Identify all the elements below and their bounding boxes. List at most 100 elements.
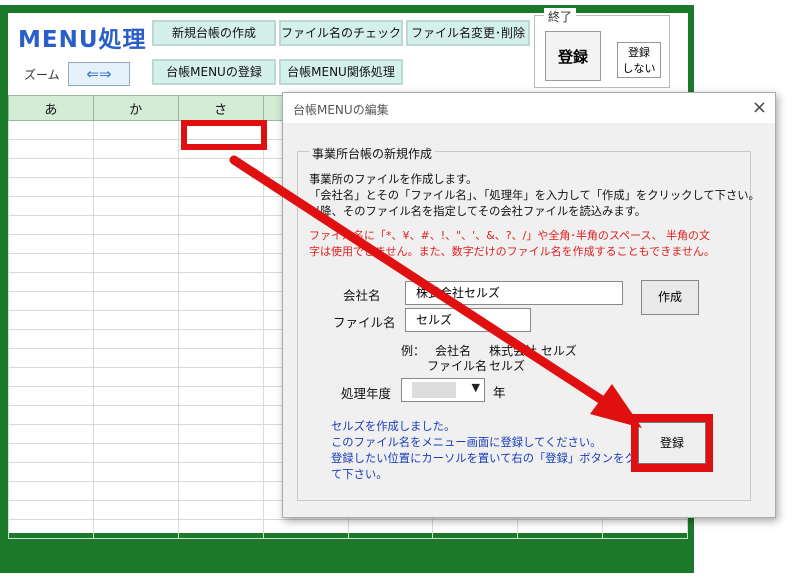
- grid-cell[interactable]: [177, 329, 264, 349]
- grid-cell[interactable]: [177, 196, 264, 216]
- grid-cell[interactable]: [177, 500, 264, 520]
- grid-cell[interactable]: [92, 272, 179, 292]
- fiscal-year-select[interactable]: ▼: [401, 378, 485, 402]
- grid-cell[interactable]: [177, 481, 264, 501]
- register-exit-button[interactable]: 登録: [545, 31, 601, 81]
- grid-cell[interactable]: [92, 196, 179, 216]
- grid-cell[interactable]: [92, 424, 179, 444]
- zoom-label: ズーム: [24, 68, 60, 82]
- no-register-line1: 登録: [628, 46, 650, 59]
- grid-cell[interactable]: [8, 310, 94, 330]
- grid-cell[interactable]: [92, 329, 179, 349]
- grid-cell[interactable]: [177, 310, 264, 330]
- dialog-register-button[interactable]: 登録: [638, 422, 706, 464]
- grid-cell[interactable]: [92, 120, 179, 140]
- grid-cell[interactable]: [177, 424, 264, 444]
- grid-cell[interactable]: [92, 500, 179, 520]
- grid-cell[interactable]: [8, 500, 94, 520]
- grid-cell[interactable]: [8, 177, 94, 197]
- grid-cell[interactable]: [8, 329, 94, 349]
- info-line: 登録したい位置にカーソルを置いて右の「登録」ボタンをクリックし: [331, 452, 681, 465]
- grid-cell[interactable]: [177, 386, 264, 406]
- grid-cell[interactable]: [8, 158, 94, 178]
- ledger-menu-related-button[interactable]: 台帳MENU関係処理: [279, 59, 403, 85]
- no-register-button[interactable]: 登録 しない: [617, 42, 661, 78]
- grid-cell[interactable]: [92, 310, 179, 330]
- check-filename-button[interactable]: ファイル名のチェック: [279, 20, 403, 46]
- grid-cell[interactable]: [8, 481, 94, 501]
- grid-cell[interactable]: [8, 367, 94, 387]
- column-header[interactable]: さ: [177, 95, 264, 121]
- grid-cell[interactable]: [177, 462, 264, 482]
- selected-cell-highlight: [181, 120, 267, 150]
- grid-cell[interactable]: [177, 234, 264, 254]
- grid-cell[interactable]: [8, 272, 94, 292]
- warning-line: ファイル名に「*、¥、#、!、"、'、&、?、/」や全角･半角のスペース、 半角…: [309, 229, 711, 242]
- menu-title: MENU処理: [18, 27, 147, 53]
- grid-cell[interactable]: [8, 424, 94, 444]
- register-ledger-menu-button[interactable]: 台帳MENUの登録: [152, 59, 276, 85]
- grid-cell[interactable]: [92, 481, 179, 501]
- grid-cell[interactable]: [8, 519, 94, 539]
- grid-cell[interactable]: [92, 253, 179, 273]
- section-title: 事業所台帳の新規作成: [309, 145, 436, 162]
- grid-cell[interactable]: [8, 386, 94, 406]
- rename-delete-file-button[interactable]: ファイル名変更･削除: [406, 20, 530, 46]
- create-button[interactable]: 作成: [641, 280, 699, 315]
- grid-cell[interactable]: [8, 291, 94, 311]
- grid-cell[interactable]: [92, 443, 179, 463]
- grid-cell[interactable]: [92, 215, 179, 235]
- grid-cell[interactable]: [8, 120, 94, 140]
- example-file-label: ファイル名: [427, 359, 488, 373]
- grid-cell[interactable]: [8, 139, 94, 159]
- grid-cell[interactable]: [8, 405, 94, 425]
- close-icon[interactable]: ×: [752, 97, 767, 118]
- grid-cell[interactable]: [517, 519, 604, 539]
- grid-cell[interactable]: [262, 519, 349, 539]
- grid-cell[interactable]: [177, 519, 264, 539]
- grid-cell[interactable]: [347, 519, 434, 539]
- grid-cell[interactable]: [8, 196, 94, 216]
- grid-cell[interactable]: [177, 367, 264, 387]
- dropdown-caret-icon: ▼: [471, 381, 480, 394]
- grid-cell[interactable]: [432, 519, 519, 539]
- warning-line: 字は使用できません。また、数字だけのファイル名を作成することもできません。: [309, 245, 715, 258]
- dialog-title: 台帳MENUの編集: [293, 103, 389, 117]
- grid-cell[interactable]: [8, 348, 94, 368]
- column-header[interactable]: あ: [8, 95, 94, 121]
- grid-cell[interactable]: [92, 519, 179, 539]
- grid-cell[interactable]: [177, 443, 264, 463]
- grid-cell[interactable]: [8, 462, 94, 482]
- grid-cell[interactable]: [177, 291, 264, 311]
- grid-cell[interactable]: [8, 443, 94, 463]
- example-file-value: セルズ: [489, 359, 526, 373]
- grid-cell[interactable]: [8, 234, 94, 254]
- company-name-input[interactable]: 株式会社セルズ: [405, 281, 623, 305]
- info-line: このファイル名をメニュー画面に登録してください。: [331, 436, 602, 449]
- info-line: セルズを作成しました。: [331, 420, 456, 433]
- grid-cell[interactable]: [92, 234, 179, 254]
- grid-cell[interactable]: [92, 367, 179, 387]
- grid-cell[interactable]: [177, 215, 264, 235]
- grid-cell[interactable]: [92, 139, 179, 159]
- grid-cell[interactable]: [92, 462, 179, 482]
- column-header[interactable]: か: [92, 95, 179, 121]
- grid-cell[interactable]: [8, 215, 94, 235]
- grid-cell[interactable]: [92, 348, 179, 368]
- grid-cell[interactable]: [92, 158, 179, 178]
- grid-cell[interactable]: [602, 519, 688, 539]
- grid-cell[interactable]: [92, 386, 179, 406]
- grid-cell[interactable]: [177, 272, 264, 292]
- file-name-input[interactable]: セルズ: [405, 308, 531, 332]
- grid-cell[interactable]: [92, 291, 179, 311]
- grid-cell[interactable]: [177, 405, 264, 425]
- grid-cell[interactable]: [177, 177, 264, 197]
- new-ledger-button[interactable]: 新規台帳の作成: [152, 20, 276, 46]
- grid-cell[interactable]: [92, 177, 179, 197]
- zoom-arrows-icon[interactable]: ⇐⇒: [68, 62, 130, 86]
- grid-cell[interactable]: [177, 158, 264, 178]
- grid-cell[interactable]: [177, 348, 264, 368]
- grid-cell[interactable]: [92, 405, 179, 425]
- grid-cell[interactable]: [8, 253, 94, 273]
- grid-cell[interactable]: [177, 253, 264, 273]
